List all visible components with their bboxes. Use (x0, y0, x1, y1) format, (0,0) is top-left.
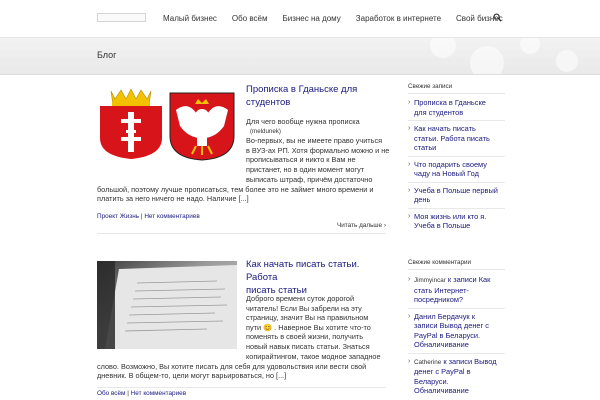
excerpt-line: Для чего вообще нужна прописка (246, 117, 360, 126)
recent-post-line[interactable]: статьи. Работа писать (414, 134, 505, 144)
comment-post-line[interactable]: записи Вывод денег с (414, 321, 505, 331)
comment-post-line[interactable]: денег с PayPal в (414, 367, 505, 377)
comment-author[interactable]: Jimmyincar (414, 277, 446, 284)
post-meta: Проект Жизнь | Нет комментариев (97, 213, 200, 220)
excerpt-line: поменять в своей жизни, получить (246, 332, 364, 342)
recent-post-link[interactable]: Прописка в Гданьске для студентов (408, 98, 505, 117)
comment-post-line[interactable]: к записи Вывод (443, 357, 496, 366)
comment-post-line[interactable]: Обналичивание (414, 340, 505, 350)
comment-post-line[interactable]: PayPal в Беларуси. (414, 331, 505, 341)
decorative-bokeh (430, 38, 456, 58)
excerpt-line: копирайтингом, такое модное западное (246, 352, 381, 361)
recent-post-line[interactable]: Как начать писать (414, 124, 505, 134)
excerpt-line: Доброго времени суток дорогой (246, 294, 355, 303)
blog-post: Прописка в Гданьске для студентов Для че… (97, 83, 389, 235)
list-divider (408, 181, 505, 183)
recent-comment: Данил Бердачук к записи Вывод денег с Pa… (408, 312, 505, 350)
recent-comment: Jimmyincar к записи Как стать Интернет- … (408, 275, 505, 305)
excerpt-line: большой, поэтому лучше прописаться, тем … (97, 184, 374, 194)
post-excerpt: Доброго времени суток дорогой читатель! … (246, 294, 371, 352)
post-divider (97, 233, 386, 234)
post-comments-link[interactable]: Нет комментариев (144, 213, 199, 220)
recent-post-line[interactable]: чаду на Новый Год (414, 169, 505, 179)
recent-post-link[interactable]: Как начать писать статьи. Работа писать … (408, 124, 505, 153)
post-category-link[interactable]: Проект Жизнь (97, 213, 139, 220)
excerpt-line: пути 😊 . Наверное Вы хотите что-то (246, 322, 371, 332)
post-comments-link[interactable]: Нет комментариев (131, 390, 186, 397)
comment-post-line[interactable]: к записи Как (448, 275, 490, 284)
site-logo[interactable] (97, 13, 146, 22)
nav-item-small-business[interactable]: Малый бизнес (163, 14, 217, 23)
recent-post-link[interactable]: Учеба в Польше первый день (408, 186, 505, 205)
site-header: Малый бизнес Обо всём Бизнес на дому Зар… (0, 0, 600, 38)
post-excerpt-continued: выписать штраф, причём достаточно большо… (97, 175, 373, 204)
nav-item-home-business[interactable]: Бизнес на дому (283, 14, 341, 23)
post-meta: Обо всём | Нет комментариев (97, 390, 187, 397)
post-image-laptop[interactable] (97, 261, 237, 349)
recent-post-line[interactable]: день (414, 195, 505, 205)
read-more-link[interactable]: Читать дальше › (337, 222, 386, 229)
blog-post: Как начать писать статьи. Работа писать … (97, 258, 386, 400)
list-divider (408, 352, 505, 354)
recent-post-line[interactable]: Учеба в Польше (414, 221, 505, 231)
recent-comment: Catherine к записи Вывод денег с PayPal … (408, 357, 505, 396)
decorative-bokeh (520, 38, 540, 54)
excerpt-line: выписать штраф, причём достаточно (246, 175, 373, 184)
recent-post-line[interactable]: Прописка в Гданьске (414, 98, 505, 108)
list-divider (408, 307, 505, 309)
comment-post-line[interactable]: посредником? (414, 295, 505, 305)
post-divider (97, 387, 386, 388)
heading-divider (408, 93, 505, 94)
recent-posts-heading: Свежие записи (408, 83, 453, 90)
search-icon[interactable] (493, 13, 502, 22)
post-excerpt: Для чего вообще нужна прописка (meldunek… (246, 117, 389, 175)
excerpt-line: новый навык писать статьи. Знаться (246, 341, 370, 351)
nav-item-earning-online[interactable]: Заработок в интернете (356, 14, 441, 23)
decorative-bokeh (470, 46, 504, 74)
comment-author[interactable]: Catherine (414, 359, 441, 366)
comment-post-line[interactable]: к (472, 312, 475, 321)
excerpt-line: Во-первых, вы не имеете право учиться (246, 136, 383, 146)
recent-post-line[interactable]: Учеба в Польше первый (414, 186, 505, 196)
excerpt-line: платить за него ничего не надо. Наличие … (97, 194, 249, 204)
main-nav: Малый бизнес Обо всём Бизнес на дому Зар… (163, 14, 518, 23)
comment-author[interactable]: Данил Бердачук (414, 312, 470, 321)
list-divider (408, 207, 505, 209)
comment-post-line[interactable]: Беларуси. (414, 377, 505, 387)
heading-divider (408, 269, 505, 270)
nav-item-about-everything[interactable]: Обо всём (232, 14, 268, 23)
post-excerpt-continued: копирайтингом, такое модное западное сло… (97, 352, 381, 381)
excerpt-line: страницу, значит Вы на правильном (246, 313, 369, 323)
post-category-link[interactable]: Обо всём (97, 390, 125, 397)
list-divider (408, 155, 505, 157)
excerpt-line: в ВУЗ-ах РП. Хотя формально можно и не (246, 145, 390, 155)
comment-post-line[interactable]: Обналичивание (414, 386, 505, 396)
page-title: Блог (97, 50, 117, 60)
decorative-bokeh (556, 50, 578, 72)
post-title-line[interactable]: Как начать писать статьи. Работа (246, 258, 386, 284)
excerpt-line: дневник. В общем-то, цели могут варьиров… (97, 371, 287, 381)
page-title-bar: Блог (0, 38, 600, 75)
excerpt-line: читатель! Если Вы забрели на эту (246, 303, 362, 313)
excerpt-line: прописываться и никто к Вам не (246, 155, 356, 165)
recent-post-line[interactable]: Моя жизнь или кто я. (414, 212, 505, 222)
post-title[interactable]: Как начать писать статьи. Работа писать … (246, 258, 386, 297)
post-title[interactable]: Прописка в Гданьске для студентов (246, 83, 386, 109)
post-title-line[interactable]: Прописка в Гданьске для (246, 83, 386, 96)
recent-comments-heading: Свежие комментарии (408, 259, 472, 266)
recent-comments-list: Jimmyincar к записи Как стать Интернет- … (408, 275, 505, 396)
excerpt-line: слово. Возможно, Вы хотите писать для се… (97, 361, 367, 371)
excerpt-line: пристанет, но в один момент могут (246, 164, 365, 174)
recent-post-line[interactable]: для студентов (414, 108, 505, 118)
post-title-line[interactable]: студентов (246, 96, 386, 109)
recent-post-line[interactable]: статьи (414, 143, 505, 153)
recent-posts-list: Прописка в Гданьске для студентов Как на… (408, 98, 505, 231)
recent-post-link[interactable]: Моя жизнь или кто я. Учеба в Польше (408, 212, 505, 231)
excerpt-line: (meldunek) (250, 127, 281, 135)
comment-post-line[interactable]: стать Интернет- (414, 286, 505, 296)
recent-post-link[interactable]: Что подарить своему чаду на Новый Год (408, 160, 505, 179)
post-image-coat-of-arms[interactable] (97, 86, 237, 161)
list-divider (408, 120, 505, 121)
recent-post-line[interactable]: Что подарить своему (414, 160, 505, 170)
